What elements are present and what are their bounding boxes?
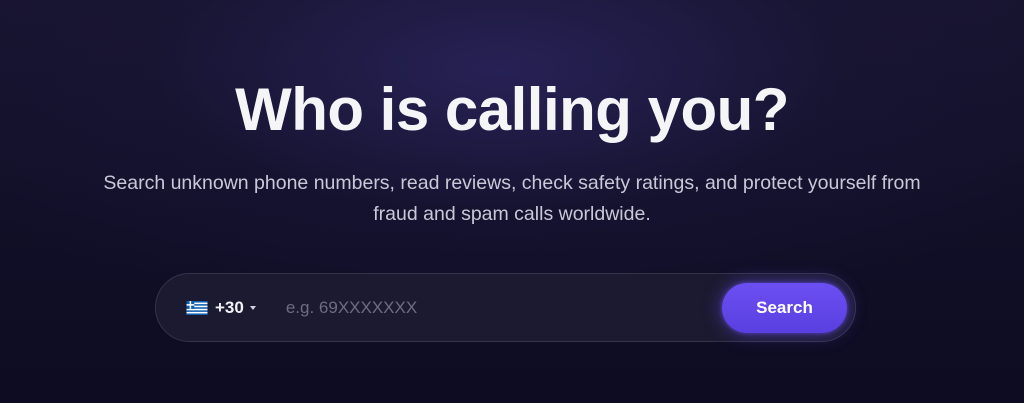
phone-search-bar: +30 Search xyxy=(155,273,856,342)
phone-number-input[interactable] xyxy=(285,287,722,328)
greece-flag-icon xyxy=(186,300,208,315)
caret-down-icon xyxy=(249,305,256,310)
country-code-selector[interactable]: +30 xyxy=(186,288,256,328)
search-button[interactable]: Search xyxy=(722,282,847,333)
page-title: Who is calling you? xyxy=(235,76,789,143)
hero-section: Who is calling you? Search unknown phone… xyxy=(0,0,1024,403)
country-code-label: +30 xyxy=(215,297,244,317)
page-subtitle: Search unknown phone numbers, read revie… xyxy=(103,172,921,225)
